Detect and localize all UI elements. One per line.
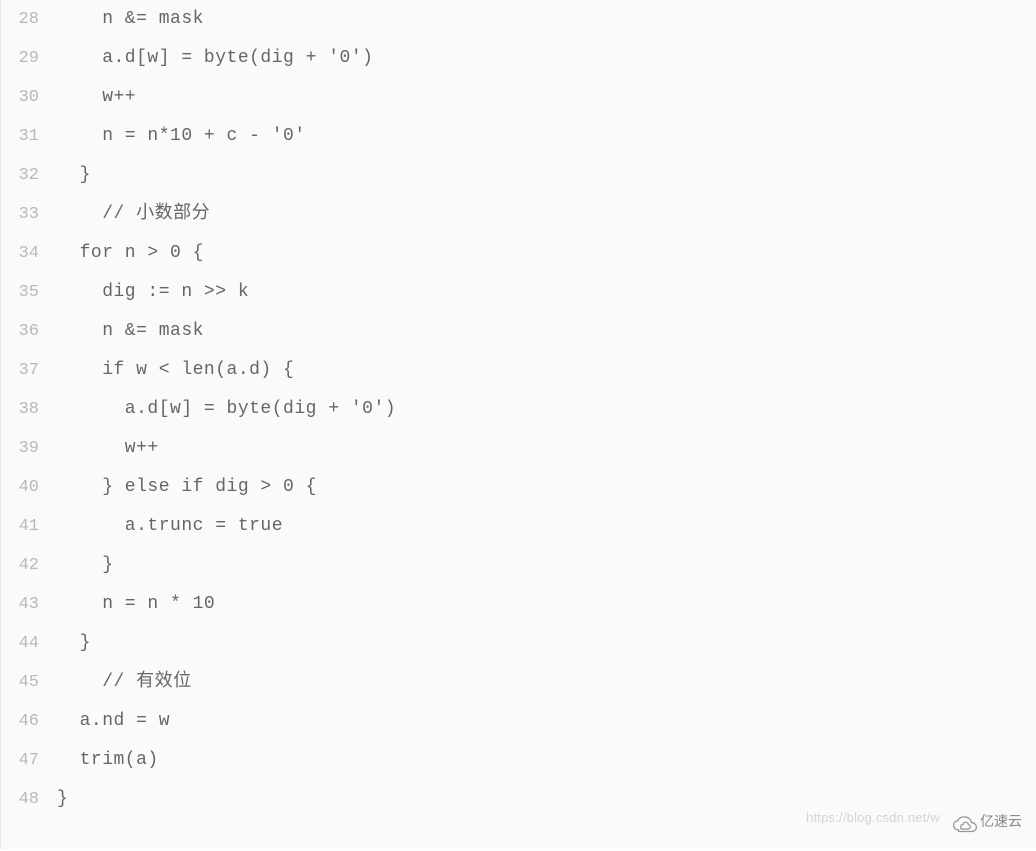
line-content: a.d[w] = byte(dig + '0')	[57, 39, 373, 78]
code-line: 47 trim(a)	[1, 741, 1036, 780]
code-lines-wrapper: 28 n &= mask29 a.d[w] = byte(dig + '0')3…	[1, 0, 1036, 819]
line-content: }	[57, 156, 91, 195]
line-content: a.nd = w	[57, 702, 170, 741]
code-line: 41 a.trunc = true	[1, 507, 1036, 546]
line-number: 34	[1, 234, 57, 273]
line-number: 39	[1, 429, 57, 468]
line-content: for n > 0 {	[57, 234, 204, 273]
code-line: 36 n &= mask	[1, 312, 1036, 351]
line-content: } else if dig > 0 {	[57, 468, 317, 507]
line-number: 40	[1, 468, 57, 507]
line-number: 42	[1, 546, 57, 585]
code-line: 44 }	[1, 624, 1036, 663]
line-content: // 有效位	[57, 663, 192, 702]
line-number: 32	[1, 156, 57, 195]
code-line: 39 w++	[1, 429, 1036, 468]
code-block: 28 n &= mask29 a.d[w] = byte(dig + '0')3…	[0, 0, 1036, 849]
line-content: w++	[57, 78, 136, 117]
line-content: a.trunc = true	[57, 507, 283, 546]
line-content: n = n*10 + c - '0'	[57, 117, 306, 156]
line-number: 38	[1, 390, 57, 429]
line-number: 29	[1, 39, 57, 78]
code-line: 40 } else if dig > 0 {	[1, 468, 1036, 507]
code-line: 46 a.nd = w	[1, 702, 1036, 741]
line-content: dig := n >> k	[57, 273, 249, 312]
code-line: 38 a.d[w] = byte(dig + '0')	[1, 390, 1036, 429]
code-line: 32 }	[1, 156, 1036, 195]
line-number: 45	[1, 663, 57, 702]
line-number: 28	[1, 0, 57, 39]
line-number: 37	[1, 351, 57, 390]
line-content: w++	[57, 429, 159, 468]
code-line: 31 n = n*10 + c - '0'	[1, 117, 1036, 156]
code-line: 45 // 有效位	[1, 663, 1036, 702]
code-line: 33 // 小数部分	[1, 195, 1036, 234]
brand-watermark: 亿速云	[952, 802, 1022, 841]
line-content: trim(a)	[57, 741, 159, 780]
line-content: n &= mask	[57, 312, 204, 351]
cloud-icon	[952, 812, 978, 832]
line-content: }	[57, 624, 91, 663]
line-content: }	[57, 780, 68, 819]
line-number: 47	[1, 741, 57, 780]
line-content: n &= mask	[57, 0, 204, 39]
line-content: if w < len(a.d) {	[57, 351, 294, 390]
code-line: 37 if w < len(a.d) {	[1, 351, 1036, 390]
line-number: 36	[1, 312, 57, 351]
line-content: n = n * 10	[57, 585, 215, 624]
line-number: 30	[1, 78, 57, 117]
line-content: a.d[w] = byte(dig + '0')	[57, 390, 396, 429]
line-number: 35	[1, 273, 57, 312]
line-number: 44	[1, 624, 57, 663]
code-line: 42 }	[1, 546, 1036, 585]
line-number: 41	[1, 507, 57, 546]
code-line: 29 a.d[w] = byte(dig + '0')	[1, 39, 1036, 78]
line-number: 48	[1, 780, 57, 819]
code-line: 35 dig := n >> k	[1, 273, 1036, 312]
code-line: 34 for n > 0 {	[1, 234, 1036, 273]
line-number: 46	[1, 702, 57, 741]
code-line: 28 n &= mask	[1, 0, 1036, 39]
line-content: }	[57, 546, 114, 585]
watermark-url: https://blog.csdn.net/w	[806, 798, 940, 837]
code-line: 30 w++	[1, 78, 1036, 117]
line-number: 31	[1, 117, 57, 156]
code-line: 43 n = n * 10	[1, 585, 1036, 624]
line-number: 43	[1, 585, 57, 624]
line-content: // 小数部分	[57, 195, 210, 234]
line-number: 33	[1, 195, 57, 234]
brand-text: 亿速云	[980, 802, 1022, 841]
